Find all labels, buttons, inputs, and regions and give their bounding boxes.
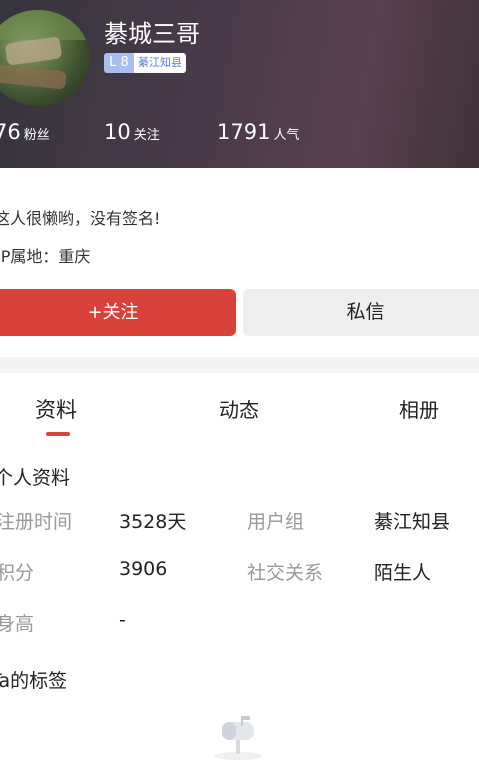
signature: 这人很懒哟，没有签名! <box>0 209 161 228</box>
register-time-value: 3528天 <box>119 511 187 533</box>
profile-header: 綦城三哥 L 8 綦江知县 76 粉丝 10 关注 1791 人气 <box>0 0 479 168</box>
points-label: 积分 <box>0 562 35 584</box>
username: 綦城三哥 <box>104 20 200 48</box>
user-group-label: 用户组 <box>247 511 305 533</box>
tab-activity[interactable]: 动态 <box>219 394 259 423</box>
follow-button[interactable]: +关注 <box>0 289 236 336</box>
tags-title: Ta的标签 <box>0 670 68 692</box>
popularity-stat: 1791 人气 <box>217 120 299 144</box>
relation-value: 陌生人 <box>374 562 432 584</box>
active-tab-indicator <box>46 432 70 436</box>
popularity-label: 人气 <box>273 128 300 143</box>
level-badge: L 8 <box>104 53 134 73</box>
tab-album[interactable]: 相册 <box>399 394 439 423</box>
following-count: 10 <box>104 120 131 144</box>
personal-info-title: 个人资料 <box>0 467 71 489</box>
ip-location: IP属地：重庆 <box>0 247 91 266</box>
message-button[interactable]: 私信 <box>243 289 479 336</box>
register-time-label: 注册时间 <box>0 511 73 533</box>
level-title-badge: 綦江知县 <box>134 53 186 73</box>
points-value: 3906 <box>119 558 168 580</box>
mailbox-icon <box>208 712 268 762</box>
relation-label: 社交关系 <box>247 562 324 584</box>
following-label: 关注 <box>133 128 160 143</box>
height-label: 身高 <box>0 613 35 635</box>
following-stat[interactable]: 10 关注 <box>104 120 160 144</box>
popularity-count: 1791 <box>217 120 271 144</box>
avatar[interactable] <box>0 10 90 106</box>
fans-stat[interactable]: 76 粉丝 <box>0 120 50 144</box>
fans-count: 76 <box>0 120 21 144</box>
tab-profile[interactable]: 资料 <box>35 394 77 424</box>
section-divider <box>0 357 479 373</box>
fans-label: 粉丝 <box>23 128 50 143</box>
user-group-value: 綦江知县 <box>374 511 451 533</box>
height-value: - <box>119 609 126 631</box>
